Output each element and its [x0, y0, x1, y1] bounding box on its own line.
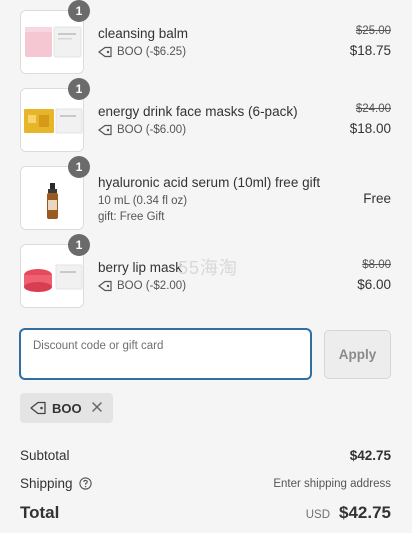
product-thumbnail: 1 [20, 78, 90, 152]
tag-icon [98, 280, 112, 292]
line-item: 1 cleansing balm BOO (-$6.25) $25.00 $18… [0, 0, 412, 74]
product-thumbnail: 1 [20, 156, 90, 230]
quantity-badge: 1 [68, 234, 90, 256]
discount-label: BOO (-$2.00) [117, 280, 187, 292]
subtotal-value: $42.75 [349, 448, 391, 463]
tag-icon [30, 401, 46, 415]
applied-discount-chip: BOO [20, 393, 113, 423]
original-price: $25.00 [355, 25, 391, 37]
item-discount: BOO (-$6.00) [98, 124, 186, 136]
quantity-badge: 1 [68, 78, 90, 100]
line-item: 1 energy drink face masks (6-pack) BOO (… [0, 78, 412, 152]
discount-label: BOO (-$6.25) [117, 46, 187, 58]
tag-icon [98, 124, 112, 136]
line-item: 1 hyaluronic acid serum (10ml) free gift… [0, 156, 412, 230]
item-price: $18.75 [349, 43, 391, 58]
product-thumbnail: 1 [20, 0, 90, 74]
item-price: $6.00 [357, 277, 391, 292]
currency-code: USD [305, 509, 330, 521]
shipping-row: Shipping [20, 476, 92, 491]
product-thumbnail: 1 [20, 234, 90, 308]
subtotal-label: Subtotal [20, 448, 70, 463]
item-discount: BOO (-$6.25) [98, 46, 186, 58]
applied-discount-code: BOO [52, 400, 82, 416]
discount-code-input[interactable]: Discount code or gift card [20, 329, 311, 379]
item-price: $18.00 [349, 121, 391, 136]
item-title: berry lip mask [98, 260, 183, 275]
quantity-badge: 1 [68, 156, 90, 178]
shipping-value: Enter shipping address [273, 478, 391, 490]
watermark: 55海淘 [178, 258, 239, 278]
item-title: hyaluronic acid serum (10ml) free gift [98, 175, 321, 190]
total-label: Total [20, 503, 60, 522]
item-price: Free [363, 191, 391, 206]
total-value: $42.75 [339, 503, 391, 522]
shipping-label: Shipping [20, 476, 73, 491]
apply-button[interactable]: Apply [324, 330, 391, 379]
discount-label: BOO (-$6.00) [117, 124, 187, 136]
remove-discount-icon[interactable] [90, 400, 104, 414]
item-title: energy drink face masks (6-pack) [98, 104, 298, 119]
help-icon[interactable] [78, 477, 92, 490]
original-price: $24.00 [355, 103, 391, 115]
item-variant: 10 mL (0.34 fl oz) [98, 195, 188, 207]
item-gift-line: gift: Free Gift [98, 211, 165, 223]
item-discount: BOO (-$2.00) [98, 280, 186, 292]
quantity-badge: 1 [68, 0, 90, 22]
discount-code-placeholder: Discount code or gift card [33, 340, 164, 352]
original-price: $8.00 [362, 259, 391, 271]
tag-icon [98, 46, 112, 58]
item-title: cleansing balm [98, 26, 189, 41]
